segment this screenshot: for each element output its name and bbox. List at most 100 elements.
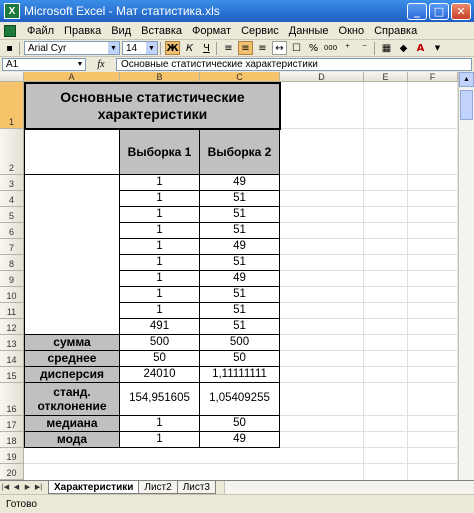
row-header-19[interactable]: 19 — [0, 448, 24, 464]
column-header-a[interactable]: A — [24, 72, 120, 82]
table-cell[interactable]: 491 — [120, 319, 200, 335]
table-cell[interactable]: 1 — [120, 223, 200, 239]
table-cell[interactable]: 49 — [200, 271, 280, 287]
table-cell[interactable]: 1 — [120, 191, 200, 207]
stat-label-median[interactable]: медиана — [24, 416, 120, 432]
cell-a3-a12[interactable] — [24, 175, 120, 335]
font-size-select[interactable]: 14 ▼ — [122, 41, 158, 55]
currency-icon[interactable]: ☐ — [289, 41, 304, 55]
maximize-button[interactable]: □ — [429, 2, 449, 20]
table-cell[interactable]: 51 — [200, 287, 280, 303]
menu-view[interactable]: Вид — [106, 25, 136, 37]
row-header-16[interactable]: 16 — [0, 383, 24, 416]
align-center-icon[interactable]: ≡ — [238, 41, 253, 55]
stat-label-mean[interactable]: среднее — [24, 351, 120, 367]
workbook-icon[interactable] — [4, 24, 16, 37]
row-header-6[interactable]: 6 — [0, 223, 24, 239]
column-header-e[interactable]: E — [364, 72, 408, 82]
decrease-decimal-icon[interactable]: ⁻ — [357, 41, 372, 55]
row-header-12[interactable]: 12 — [0, 319, 24, 335]
table-cell[interactable]: 1 — [120, 175, 200, 191]
worksheet-grid[interactable]: A B C D E F 1 2 3 4 5 6 7 8 9 10 11 12 1… — [0, 72, 474, 480]
vertical-scrollbar[interactable]: ▲ — [458, 72, 474, 480]
tab-sheet3[interactable]: Лист3 — [176, 481, 216, 494]
table-cell[interactable]: 1,11111111 — [200, 367, 280, 383]
column-header-c[interactable]: C — [200, 72, 280, 82]
row-header-14[interactable]: 14 — [0, 351, 24, 367]
align-right-icon[interactable]: ≡ — [255, 41, 270, 55]
row-header-4[interactable]: 4 — [0, 191, 24, 207]
font-name-select[interactable]: Arial Cyr ▼ — [24, 41, 120, 55]
row-header-2[interactable]: 2 — [0, 129, 24, 175]
thousands-button[interactable]: 000 — [323, 41, 338, 55]
borders-icon[interactable]: ▦ — [379, 41, 394, 55]
table-cell[interactable]: 1 — [120, 416, 200, 432]
scrollbar-thumb[interactable] — [460, 90, 473, 120]
table-cell[interactable]: 49 — [200, 432, 280, 448]
table-cell[interactable]: 24010 — [120, 367, 200, 383]
chevron-down-icon[interactable]: ▼ — [75, 59, 85, 70]
table-cell[interactable]: 51 — [200, 303, 280, 319]
table-cell[interactable]: 1 — [120, 271, 200, 287]
align-left-icon[interactable]: ≡ — [221, 41, 236, 55]
menu-data[interactable]: Данные — [284, 25, 334, 37]
table-cell[interactable]: 1 — [120, 432, 200, 448]
first-sheet-icon[interactable]: |◀ — [0, 481, 11, 493]
row-header-17[interactable]: 17 — [0, 416, 24, 432]
cell-a2[interactable] — [24, 130, 120, 175]
table-cell[interactable]: 51 — [200, 255, 280, 271]
row-header-18[interactable]: 18 — [0, 432, 24, 448]
font-color-icon[interactable]: A — [413, 41, 428, 55]
stat-label-sum[interactable]: сумма — [24, 335, 120, 351]
select-all-corner[interactable] — [0, 72, 24, 82]
menu-format[interactable]: Формат — [187, 25, 236, 37]
stat-label-stddev[interactable]: станд. отклонение — [24, 383, 120, 416]
menu-tools[interactable]: Сервис — [236, 25, 284, 37]
row-header-5[interactable]: 5 — [0, 207, 24, 223]
name-box[interactable]: A1 ▼ — [2, 58, 86, 71]
table-cell[interactable]: 51 — [200, 223, 280, 239]
table-cell[interactable]: 500 — [200, 335, 280, 351]
row-header-3[interactable]: 3 — [0, 175, 24, 191]
save-icon[interactable]: ▪ — [2, 41, 17, 55]
fill-color-icon[interactable]: ◆ — [396, 41, 411, 55]
table-cell[interactable]: 1 — [120, 287, 200, 303]
italic-button[interactable]: К — [182, 41, 197, 55]
table-cell[interactable]: 1 — [120, 239, 200, 255]
table-title-cell[interactable]: Основные статистические характеристики — [24, 82, 281, 130]
stat-label-variance[interactable]: дисперсия — [24, 367, 120, 383]
chevron-down-icon[interactable]: ▼ — [108, 42, 119, 54]
menu-help[interactable]: Справка — [369, 25, 422, 37]
horizontal-scrollbar[interactable] — [223, 481, 474, 494]
toolbar-options-icon[interactable]: ▼ — [430, 41, 445, 55]
close-button[interactable]: ✕ — [451, 2, 471, 20]
table-cell[interactable]: 50 — [120, 351, 200, 367]
menu-file[interactable]: Файл — [22, 25, 59, 37]
tab-sheet2[interactable]: Лист2 — [138, 481, 178, 494]
underline-button[interactable]: Ч — [199, 41, 214, 55]
row-header-1[interactable]: 1 — [0, 82, 24, 129]
header-sample-1[interactable]: Выборка 1 — [120, 130, 200, 175]
menu-edit[interactable]: Правка — [59, 25, 106, 37]
row-header-8[interactable]: 8 — [0, 255, 24, 271]
column-header-f[interactable]: F — [408, 72, 458, 82]
stat-label-mode[interactable]: мода — [24, 432, 120, 448]
prev-sheet-icon[interactable]: ◀ — [11, 481, 22, 493]
table-cell[interactable]: 51 — [200, 319, 280, 335]
table-cell[interactable]: 1 — [120, 255, 200, 271]
row-header-9[interactable]: 9 — [0, 271, 24, 287]
menu-window[interactable]: Окно — [334, 25, 370, 37]
merge-center-icon[interactable]: ↔ — [272, 41, 287, 55]
insert-function-icon[interactable]: fx — [86, 59, 116, 70]
table-cell[interactable]: 49 — [200, 175, 280, 191]
table-cell[interactable]: 1 — [120, 207, 200, 223]
row-header-7[interactable]: 7 — [0, 239, 24, 255]
row-header-15[interactable]: 15 — [0, 367, 24, 383]
last-sheet-icon[interactable]: ▶| — [33, 481, 44, 493]
formula-input[interactable]: Основные статистические характеристики — [116, 58, 472, 71]
table-cell[interactable]: 50 — [200, 351, 280, 367]
column-header-b[interactable]: B — [120, 72, 200, 82]
scroll-up-icon[interactable]: ▲ — [459, 72, 474, 87]
table-cell[interactable]: 51 — [200, 191, 280, 207]
row-header-20[interactable]: 20 — [0, 464, 24, 480]
